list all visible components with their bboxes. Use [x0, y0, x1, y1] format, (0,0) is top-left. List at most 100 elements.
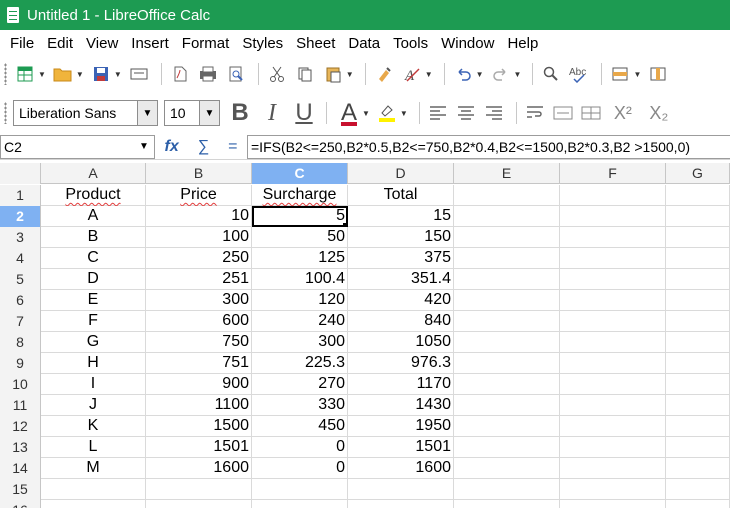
menu-sheet[interactable]: Sheet: [296, 33, 335, 54]
font-color-icon[interactable]: A: [337, 99, 361, 127]
cell-f7[interactable]: [560, 311, 666, 332]
cell-e1[interactable]: [454, 185, 560, 206]
cell-a11[interactable]: J: [41, 395, 146, 416]
chevron-down-icon[interactable]: ▼: [38, 70, 46, 79]
cell-g3[interactable]: [666, 227, 730, 248]
cell-b6[interactable]: 300: [146, 290, 252, 311]
cell-b16[interactable]: [146, 500, 252, 508]
cell-a10[interactable]: I: [41, 374, 146, 395]
cell-a4[interactable]: C: [41, 248, 146, 269]
cell-e9[interactable]: [454, 353, 560, 374]
name-box[interactable]: C2 ▼: [0, 134, 155, 159]
cell-e4[interactable]: [454, 248, 560, 269]
cell-g1[interactable]: [666, 185, 730, 206]
cell-a7[interactable]: F: [41, 311, 146, 332]
cell-c12[interactable]: 450: [252, 416, 348, 437]
row-header[interactable]: 15: [0, 479, 41, 500]
cell-reference[interactable]: C2: [1, 139, 134, 155]
row-header[interactable]: 6: [0, 290, 41, 311]
cell-g16[interactable]: [666, 500, 730, 508]
row-icon[interactable]: [608, 62, 632, 86]
row-header[interactable]: 5: [0, 269, 41, 290]
cell-e13[interactable]: [454, 437, 560, 458]
cell-b3[interactable]: 100: [146, 227, 252, 248]
cell-e3[interactable]: [454, 227, 560, 248]
cell-d11[interactable]: 1430: [348, 395, 454, 416]
cell-g4[interactable]: [666, 248, 730, 269]
cell-e16[interactable]: [454, 500, 560, 508]
cell-b9[interactable]: 751: [146, 353, 252, 374]
cell-g15[interactable]: [666, 479, 730, 500]
print-preview-icon[interactable]: [224, 62, 248, 86]
cell-c13[interactable]: 0: [252, 437, 348, 458]
cell-c14[interactable]: 0: [252, 458, 348, 479]
cell-g12[interactable]: [666, 416, 730, 437]
menu-styles[interactable]: Styles: [242, 33, 283, 54]
cell-f8[interactable]: [560, 332, 666, 353]
cell-e14[interactable]: [454, 458, 560, 479]
cell-d1[interactable]: Total: [348, 185, 454, 206]
menu-edit[interactable]: Edit: [47, 33, 73, 54]
cell-e7[interactable]: [454, 311, 560, 332]
chevron-down-icon[interactable]: ▼: [199, 101, 219, 125]
cell-c6[interactable]: 120: [252, 290, 348, 311]
cell-b8[interactable]: 750: [146, 332, 252, 353]
toolbar-grip[interactable]: [4, 102, 7, 124]
row-header[interactable]: 12: [0, 416, 41, 437]
cell-g7[interactable]: [666, 311, 730, 332]
font-name-combo[interactable]: Liberation Sans ▼: [13, 100, 158, 126]
superscript-icon[interactable]: X²: [611, 103, 635, 124]
bold-icon[interactable]: B: [228, 99, 252, 127]
align-center-icon[interactable]: [454, 101, 478, 125]
cell-f10[interactable]: [560, 374, 666, 395]
cell-a1[interactable]: Product: [41, 185, 146, 206]
cell-f13[interactable]: [560, 437, 666, 458]
row-header[interactable]: 13: [0, 437, 41, 458]
cell-g11[interactable]: [666, 395, 730, 416]
cell-f14[interactable]: [560, 458, 666, 479]
cell-f6[interactable]: [560, 290, 666, 311]
cell-d15[interactable]: [348, 479, 454, 500]
font-size-value[interactable]: 10: [165, 105, 199, 121]
cut-icon[interactable]: [265, 62, 289, 86]
cell-c4[interactable]: 125: [252, 248, 348, 269]
cell-d5[interactable]: 351.4: [348, 269, 454, 290]
cell-a8[interactable]: G: [41, 332, 146, 353]
email-icon[interactable]: [127, 62, 151, 86]
column-header-g[interactable]: G: [666, 163, 730, 184]
row-header[interactable]: 1: [0, 185, 41, 206]
cell-c9[interactable]: 225.3: [252, 353, 348, 374]
font-size-combo[interactable]: 10 ▼: [164, 100, 220, 126]
row-header[interactable]: 2: [0, 206, 41, 227]
find-replace-icon[interactable]: [539, 62, 563, 86]
open-folder-icon[interactable]: [51, 62, 75, 86]
cell-f4[interactable]: [560, 248, 666, 269]
clone-formatting-icon[interactable]: [372, 62, 396, 86]
row-header[interactable]: 4: [0, 248, 41, 269]
chevron-down-icon[interactable]: ▼: [476, 70, 484, 79]
wrap-text-icon[interactable]: [523, 101, 547, 125]
menu-format[interactable]: Format: [182, 33, 230, 54]
italic-icon[interactable]: I: [260, 100, 284, 127]
column-header-f[interactable]: F: [560, 163, 666, 184]
spreadsheet-grid[interactable]: A B C D E F G 1 Product Price Surcharge Tota…: [0, 163, 730, 508]
cell-f3[interactable]: [560, 227, 666, 248]
save-icon[interactable]: [89, 62, 113, 86]
redo-icon[interactable]: [489, 62, 513, 86]
cell-f5[interactable]: [560, 269, 666, 290]
font-name-value[interactable]: Liberation Sans: [14, 105, 137, 121]
clear-formatting-icon[interactable]: A: [400, 62, 424, 86]
cell-d16[interactable]: [348, 500, 454, 508]
cell-a5[interactable]: D: [41, 269, 146, 290]
cell-f1[interactable]: [560, 185, 666, 206]
menu-file[interactable]: File: [10, 33, 34, 54]
cell-a14[interactable]: M: [41, 458, 146, 479]
row-header[interactable]: 7: [0, 311, 41, 332]
subscript-icon[interactable]: X₂: [647, 103, 671, 124]
cell-b2[interactable]: 10: [146, 206, 252, 227]
cell-e5[interactable]: [454, 269, 560, 290]
column-header-d[interactable]: D: [348, 163, 454, 184]
cell-f16[interactable]: [560, 500, 666, 508]
align-left-icon[interactable]: [426, 101, 450, 125]
cell-c2[interactable]: 5: [252, 206, 348, 227]
